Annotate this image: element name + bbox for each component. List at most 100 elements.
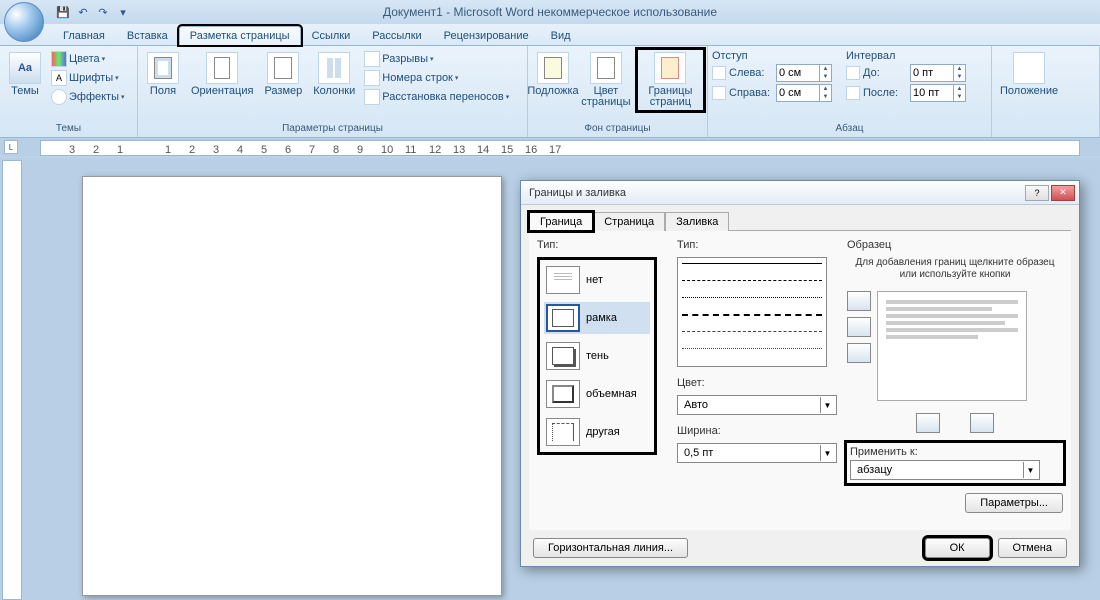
position-button[interactable]: Положение	[996, 50, 1062, 99]
horizontal-line-button[interactable]: Горизонтальная линия...	[533, 538, 688, 558]
dialog-close-button[interactable]: ✕	[1051, 185, 1075, 201]
type-3d[interactable]: объемная	[544, 378, 650, 410]
page-borders-button[interactable]: Границы страниц	[638, 50, 703, 110]
spacing-before-input[interactable]: ▲▼	[910, 64, 966, 82]
type-column: Тип: нет рамка тень объемная другая	[537, 239, 667, 522]
preview-bottom-buttons	[847, 413, 1063, 433]
ribbon-tabs: Главная Вставка Разметка страницы Ссылки…	[0, 24, 1100, 46]
tab-references[interactable]: Ссылки	[301, 26, 362, 45]
tab-home[interactable]: Главная	[52, 26, 116, 45]
spacing-after-icon	[846, 86, 860, 100]
office-button[interactable]	[4, 2, 44, 42]
watermark-button[interactable]: Подложка	[532, 50, 574, 99]
preview-mid-button[interactable]	[847, 317, 871, 337]
undo-icon[interactable]: ↶	[74, 3, 92, 21]
style-list[interactable]	[677, 257, 827, 367]
document-page[interactable]	[82, 176, 502, 596]
group-arrange: Положение	[992, 46, 1100, 137]
ruler-toggle[interactable]: L	[4, 140, 18, 154]
page-color-icon	[590, 52, 622, 84]
tab-page-layout[interactable]: Разметка страницы	[179, 26, 301, 45]
preview-side-buttons	[847, 291, 871, 363]
type-none[interactable]: нет	[544, 264, 650, 296]
group-page-background: Подложка Цвет страницы Границы страниц Ф…	[528, 46, 708, 137]
preview-right-button[interactable]	[970, 413, 994, 433]
columns-button[interactable]: Колонки	[309, 50, 359, 99]
group-paragraph: Отступ Слева: ▲▼ Справа: ▲▼ Интервал До:	[708, 46, 992, 137]
chevron-down-icon: ▼	[1023, 462, 1037, 478]
preview-top-button[interactable]	[847, 291, 871, 311]
position-icon	[1013, 52, 1045, 84]
type-none-icon	[546, 266, 580, 294]
chevron-down-icon: ▼	[820, 397, 834, 413]
dialog-tab-shading[interactable]: Заливка	[665, 212, 729, 231]
chevron-down-icon: ▼	[820, 445, 834, 461]
spacing-before: До: ▲▼	[846, 64, 966, 82]
group-page-setup: Поля Ориентация Размер Колонки Разрывы▾ …	[138, 46, 528, 137]
type-box-icon	[546, 304, 580, 332]
size-icon	[267, 52, 299, 84]
colors-icon	[51, 51, 67, 67]
line-numbers-icon	[364, 70, 380, 86]
dialog-tab-page[interactable]: Страница	[593, 212, 665, 231]
apply-to-box: Применить к: абзацу▼	[847, 443, 1063, 483]
cancel-button[interactable]: Отмена	[998, 538, 1067, 558]
orientation-button[interactable]: Ориентация	[187, 50, 257, 99]
breaks-button[interactable]: Разрывы▾	[362, 50, 511, 68]
options-button[interactable]: Параметры...	[965, 493, 1063, 513]
dialog-help-button[interactable]: ?	[1025, 185, 1049, 201]
tab-mailings[interactable]: Рассылки	[361, 26, 432, 45]
hyphenation-button[interactable]: Расстановка переносов▾	[362, 88, 511, 106]
spacing-header: Интервал	[846, 50, 966, 62]
indent-right-input[interactable]: ▲▼	[776, 84, 832, 102]
preview-box[interactable]	[877, 291, 1027, 401]
size-button[interactable]: Размер	[260, 50, 306, 99]
redo-icon[interactable]: ↷	[94, 3, 112, 21]
themes-button[interactable]: Aa Темы	[4, 50, 46, 99]
apply-to-select[interactable]: абзацу▼	[850, 460, 1040, 480]
fonts-icon: A	[51, 70, 67, 86]
ruler-area: 321 123 456 789 101112 131415 1617	[0, 138, 1100, 156]
hyphenation-icon	[364, 89, 380, 105]
colors-button[interactable]: Цвета▾	[49, 50, 127, 68]
indent-right: Справа: ▲▼	[712, 84, 832, 102]
columns-icon	[318, 52, 350, 84]
tab-insert[interactable]: Вставка	[116, 26, 179, 45]
width-select[interactable]: 0,5 пт▼	[677, 443, 837, 463]
preview-bottom-button[interactable]	[847, 343, 871, 363]
type-custom[interactable]: другая	[544, 416, 650, 448]
indent-left-input[interactable]: ▲▼	[776, 64, 832, 82]
style-column: Тип: Цвет: Авто▼ Ширина: 0,5 пт▼	[677, 239, 837, 522]
titlebar: 💾 ↶ ↷ ▾ Документ1 - Microsoft Word неком…	[0, 0, 1100, 24]
dialog-body: Тип: нет рамка тень объемная другая Тип:…	[529, 230, 1071, 530]
qat-dropdown-icon[interactable]: ▾	[114, 3, 132, 21]
fonts-button[interactable]: AШрифты▾	[49, 69, 127, 87]
tab-view[interactable]: Вид	[540, 26, 582, 45]
type-box[interactable]: рамка	[544, 302, 650, 334]
dialog-titlebar: Границы и заливка ? ✕	[521, 181, 1079, 205]
page-color-button[interactable]: Цвет страницы	[577, 50, 635, 110]
horizontal-ruler[interactable]: 321 123 456 789 101112 131415 1617	[40, 140, 1080, 156]
themes-icon: Aa	[9, 52, 41, 84]
margins-button[interactable]: Поля	[142, 50, 184, 99]
orientation-icon	[206, 52, 238, 84]
preview-hint: Для добавления границ щелкните образец и…	[847, 257, 1063, 287]
preview-column: Образец Для добавления границ щелкните о…	[847, 239, 1063, 522]
effects-button[interactable]: Эффекты▾	[49, 88, 127, 106]
line-numbers-button[interactable]: Номера строк▾	[362, 69, 511, 87]
spacing-after-input[interactable]: ▲▼	[910, 84, 966, 102]
color-select[interactable]: Авто▼	[677, 395, 837, 415]
quick-access-toolbar: 💾 ↶ ↷ ▾	[54, 3, 132, 21]
save-icon[interactable]: 💾	[54, 3, 72, 21]
indent-left: Слева: ▲▼	[712, 64, 832, 82]
page-borders-icon	[654, 52, 686, 84]
ok-button[interactable]: ОК	[925, 538, 990, 558]
vertical-ruler[interactable]	[2, 160, 22, 600]
dialog-tab-border[interactable]: Граница	[529, 212, 593, 231]
preview-left-button[interactable]	[916, 413, 940, 433]
type-shadow-icon	[546, 342, 580, 370]
margins-icon	[147, 52, 179, 84]
watermark-icon	[537, 52, 569, 84]
type-shadow[interactable]: тень	[544, 340, 650, 372]
tab-review[interactable]: Рецензирование	[433, 26, 540, 45]
